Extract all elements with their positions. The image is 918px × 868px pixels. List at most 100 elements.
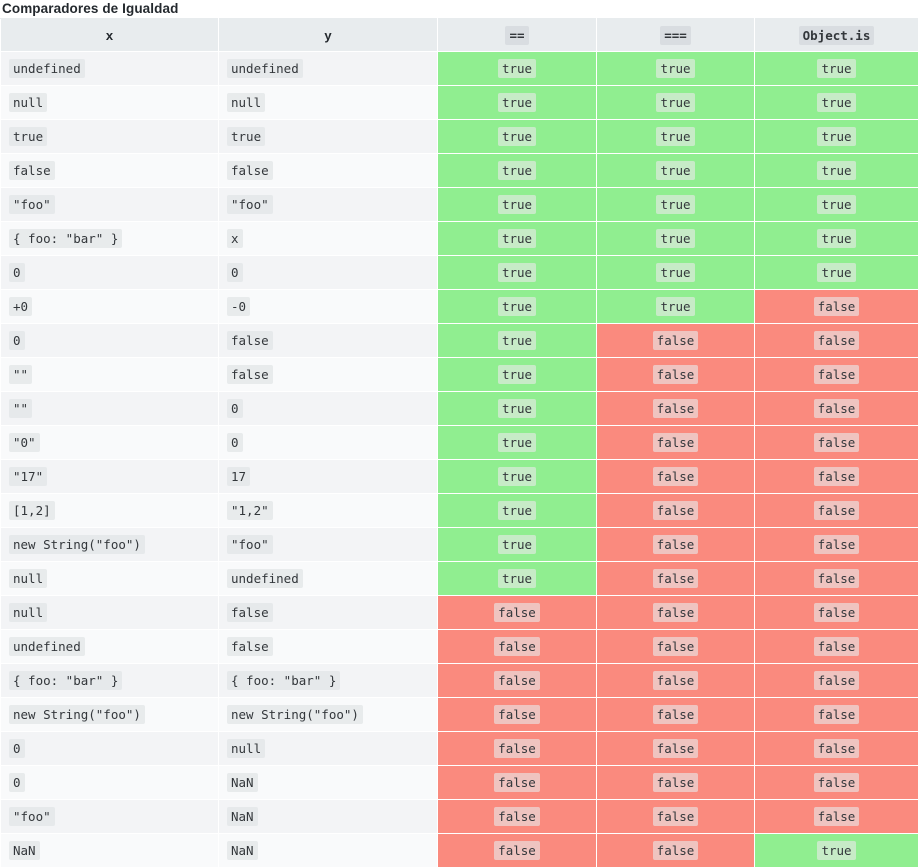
code-value: false [227,637,273,656]
table-row: new String("foo")"foo"truefalsefalse [1,528,918,562]
column-header-label: y [324,28,331,43]
result-cell-oi: false [755,290,918,324]
table-row: { foo: "bar" }xtruetruetrue [1,222,918,256]
operand-cell-x: null [1,562,219,596]
operand-cell-y: "1,2" [219,494,438,528]
result-cell-eq: true [438,222,597,256]
code-value: { foo: "bar" } [9,671,122,690]
operand-cell-x: null [1,596,219,630]
operand-cell-y: "foo" [219,188,438,222]
result-cell-eq: true [438,52,597,86]
code-value: false [227,365,273,384]
code-value: true [656,297,694,316]
code-value: true [498,331,536,350]
table-row: ""0truefalsefalse [1,392,918,426]
operand-cell-y: null [219,732,438,766]
code-value: false [653,501,699,520]
code-value: false [494,705,540,724]
result-cell-oi: false [755,460,918,494]
result-cell-oi: true [755,52,918,86]
table-row: nullnulltruetruetrue [1,86,918,120]
code-value: false [814,501,860,520]
result-cell-se: false [597,800,755,834]
result-cell-se: false [597,528,755,562]
code-value: +0 [9,297,32,316]
code-value: true [498,229,536,248]
result-cell-oi: false [755,630,918,664]
code-value: false [653,705,699,724]
code-value: true [817,59,855,78]
code-value: false [653,739,699,758]
result-cell-oi: true [755,222,918,256]
code-value: true [498,365,536,384]
code-value: false [494,739,540,758]
result-cell-oi: false [755,664,918,698]
result-cell-oi: false [755,358,918,392]
column-header-y[interactable]: y [219,19,438,52]
code-value: false [814,739,860,758]
code-value: false [814,331,860,350]
code-value: false [653,569,699,588]
operand-cell-x: new String("foo") [1,528,219,562]
result-cell-oi: true [755,256,918,290]
result-cell-se: false [597,324,755,358]
table-row: undefinedfalsefalsefalsefalse [1,630,918,664]
code-value: 17 [227,467,250,486]
operand-cell-y: null [219,86,438,120]
operand-cell-y: undefined [219,562,438,596]
code-value: false [653,331,699,350]
table-body: undefinedundefinedtruetruetruenullnulltr… [1,52,918,868]
code-value: false [653,637,699,656]
operand-cell-x: +0 [1,290,219,324]
result-cell-oi: false [755,732,918,766]
code-value: true [498,433,536,452]
code-value: false [9,161,55,180]
code-value: true [498,59,536,78]
code-value: x [227,229,243,248]
code-value: false [814,467,860,486]
code-value: true [817,229,855,248]
result-cell-se: false [597,358,755,392]
operand-cell-x: "" [1,358,219,392]
table-row: "foo"NaNfalsefalsefalse [1,800,918,834]
result-cell-se: true [597,256,755,290]
code-value: false [653,399,699,418]
table-row: 0 null false false false [1,732,918,766]
column-header-se[interactable]: === [597,19,755,52]
table-header: xy=====Object.is [1,19,918,52]
code-value: false [653,671,699,690]
result-cell-se: true [597,188,755,222]
code-value: true [656,229,694,248]
code-value: true [9,127,47,146]
code-value: 0 [9,739,25,758]
result-cell-eq: true [438,426,597,460]
column-header-oi[interactable]: Object.is [755,19,918,52]
code-value: true [227,127,265,146]
result-cell-se: false [597,664,755,698]
code-value: "foo" [9,195,55,214]
code-value: NaN [227,841,258,860]
operand-cell-y: false [219,324,438,358]
operand-cell-x: null [1,86,219,120]
column-header-x[interactable]: x [1,19,219,52]
code-value: true [498,467,536,486]
operand-cell-y: NaN [219,834,438,868]
result-cell-eq: true [438,324,597,358]
code-value: false [653,535,699,554]
code-value: true [656,161,694,180]
code-value: false [814,807,860,826]
code-value: false [814,569,860,588]
result-cell-oi: false [755,800,918,834]
code-value: false [653,807,699,826]
code-value: new String("foo") [9,535,145,554]
code-value: null [9,93,47,112]
code-value: NaN [227,773,258,792]
column-header-eq[interactable]: == [438,19,597,52]
operand-cell-y: false [219,596,438,630]
code-value: null [227,93,265,112]
code-value: true [498,263,536,282]
result-cell-se: false [597,494,755,528]
code-value: true [817,127,855,146]
equality-comparators-table: xy=====Object.is undefinedundefinedtruet… [0,18,918,868]
result-cell-se: false [597,698,755,732]
